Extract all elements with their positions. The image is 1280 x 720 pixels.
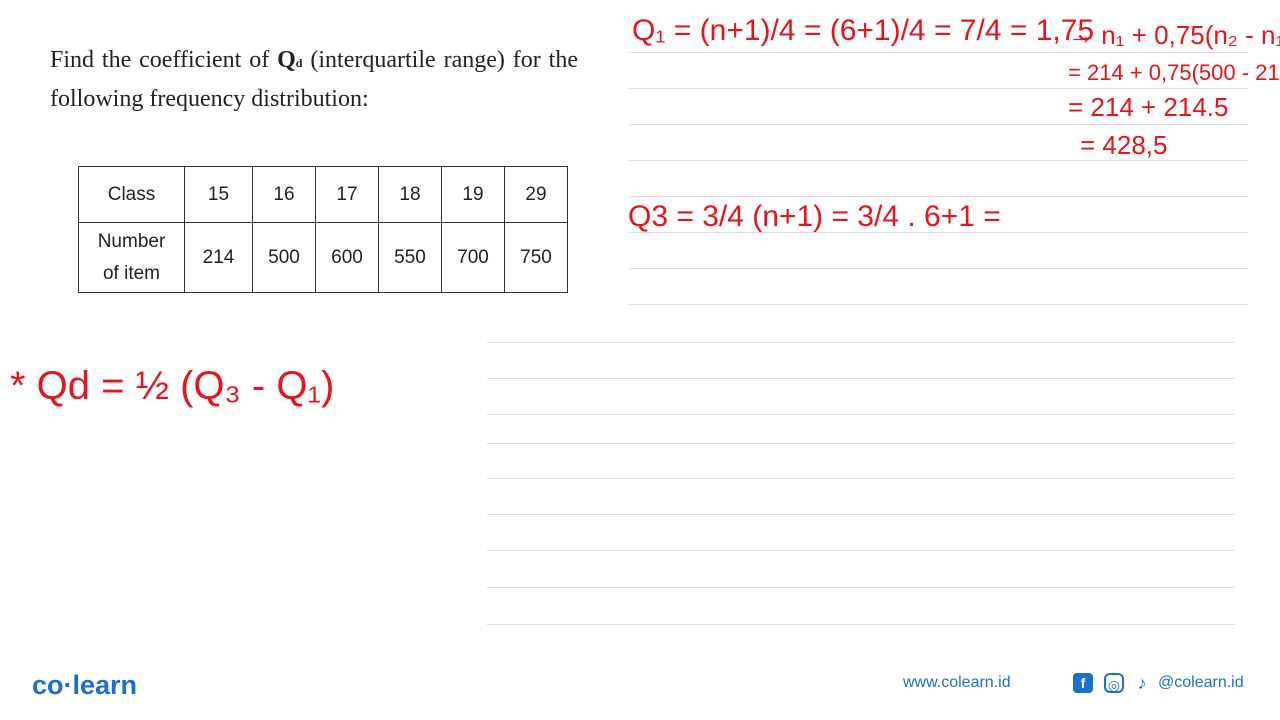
items-header: Number of item xyxy=(78,222,185,293)
notebook-line xyxy=(487,443,1235,444)
class-cell: 29 xyxy=(504,166,568,223)
q1-step2: = 214 + 214.5 xyxy=(1068,92,1229,122)
notebook-line xyxy=(628,124,1248,125)
class-cell: 17 xyxy=(315,166,379,223)
notebook-line xyxy=(628,52,1248,53)
qd-symbol: Qd xyxy=(277,47,303,73)
question-before: Find the coefficient of xyxy=(50,47,278,73)
notebook-line xyxy=(487,478,1235,479)
instagram-icon[interactable]: ◎ xyxy=(1104,673,1124,693)
q1-step3: = 428,5 xyxy=(1080,130,1168,160)
notebook-line xyxy=(487,378,1235,379)
q1-step1: = 214 + 0,75(500 - 214 xyxy=(1068,60,1280,85)
question-text: Find the coefficient of Qd (interquartil… xyxy=(50,42,578,117)
class-row: Class 15 16 17 18 19 29 xyxy=(78,166,568,223)
class-header: Class xyxy=(78,166,185,223)
q3-formula: Q3 = 3/4 (n+1) = 3/4 . 6+1 = xyxy=(628,200,1001,233)
q1-interpolation: → n₁ + 0,75(n₂ - n₁) xyxy=(1068,20,1280,50)
class-cell: 16 xyxy=(252,166,316,223)
notebook-line xyxy=(628,88,1248,89)
notebook-line xyxy=(487,587,1235,588)
frequency-table: Class 15 16 17 18 19 29 Number of item 21… xyxy=(78,166,568,293)
facebook-icon[interactable]: f xyxy=(1073,673,1093,693)
class-cell: 19 xyxy=(441,166,505,223)
notebook-line xyxy=(487,514,1235,515)
item-cell: 750 xyxy=(504,222,568,293)
notebook-line xyxy=(628,268,1248,269)
item-cell: 214 xyxy=(184,222,253,293)
notebook-line xyxy=(628,196,1248,197)
social-handle: @colearn.id xyxy=(1158,674,1244,691)
q1-formula: Q₁ = (n+1)/4 = (6+1)/4 = 7/4 = 1,75 xyxy=(632,14,1095,47)
class-cell: 18 xyxy=(378,166,442,223)
item-cell: 550 xyxy=(378,222,442,293)
item-cell: 700 xyxy=(441,222,505,293)
item-cell: 500 xyxy=(252,222,316,293)
notebook-line xyxy=(487,342,1235,343)
notebook-line xyxy=(487,550,1235,551)
colearn-logo: co·learn xyxy=(32,670,138,700)
item-cell: 600 xyxy=(315,222,379,293)
notebook-line xyxy=(487,624,1235,625)
website-link[interactable]: www.colearn.id xyxy=(903,674,1011,692)
class-cell: 15 xyxy=(184,166,253,223)
notebook-line xyxy=(487,414,1235,415)
tiktok-icon[interactable]: ♪ xyxy=(1132,673,1152,693)
qd-formula: * Qd = ½ (Q₃ - Q₁) xyxy=(10,364,335,408)
notebook-line xyxy=(628,304,1248,305)
items-row: Number of item 214 500 600 550 700 750 xyxy=(78,222,568,293)
